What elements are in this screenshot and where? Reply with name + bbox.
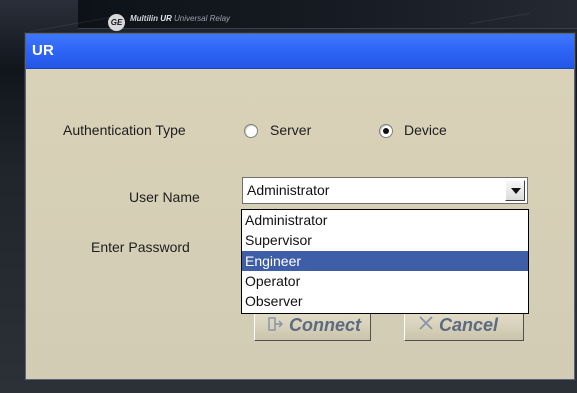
brand-subtitle: Universal Relay — [174, 14, 231, 23]
user-option-engineer[interactable]: Engineer — [242, 251, 528, 271]
enter-password-label: Enter Password — [91, 239, 190, 255]
user-name-label: User Name — [129, 189, 200, 205]
cancel-button[interactable]: Cancel — [404, 310, 524, 341]
user-name-combo[interactable]: Administrator — [242, 177, 528, 204]
server-radio[interactable] — [244, 124, 258, 138]
chevron-down-icon[interactable] — [505, 180, 525, 201]
authentication-type-label: Authentication Type — [63, 122, 186, 138]
login-dialog: UR Authentication Type Server Device Use… — [25, 33, 575, 380]
brand-text: Multilin — [130, 14, 158, 23]
connect-button-label: Connect — [289, 315, 361, 335]
connect-button[interactable]: Connect — [254, 310, 371, 341]
cancel-icon — [419, 316, 433, 330]
dialog-title: UR — [32, 42, 55, 59]
app-branding: Multilin UR Universal Relay — [130, 14, 230, 23]
device-radio[interactable] — [379, 124, 393, 138]
selected-radio-dot — [383, 128, 389, 134]
user-option-observer[interactable]: Observer — [242, 291, 528, 311]
user-name-dropdown[interactable]: Administrator Supervisor Engineer Operat… — [241, 209, 529, 314]
dialog-titlebar[interactable]: UR — [26, 34, 574, 69]
ur-brand-text: UR — [160, 14, 172, 23]
device-radio-label[interactable]: Device — [404, 122, 447, 138]
app-background: GE Multilin UR Universal Relay UR Authen… — [0, 0, 577, 393]
selected-user-value: Administrator — [247, 182, 330, 198]
ge-logo-icon: GE — [108, 14, 125, 31]
cancel-button-label: Cancel — [439, 315, 499, 335]
user-option-supervisor[interactable]: Supervisor — [242, 230, 528, 250]
server-radio-label[interactable]: Server — [270, 122, 311, 138]
user-option-administrator[interactable]: Administrator — [242, 210, 528, 230]
connect-icon — [268, 317, 284, 331]
user-option-operator[interactable]: Operator — [242, 271, 528, 291]
